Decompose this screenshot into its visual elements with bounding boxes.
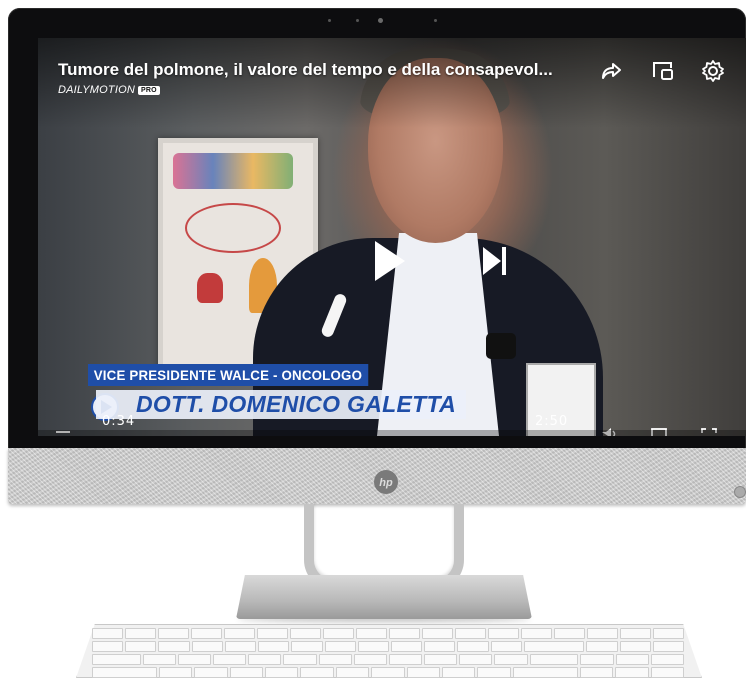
monitor-bezel: Tumore del polmone, il valore del tempo … (8, 8, 746, 456)
monitor-stand-base (236, 575, 532, 619)
brand-name: DAILYMOTION (58, 84, 135, 96)
share-icon[interactable] (598, 58, 624, 84)
keyboard-keys (92, 628, 684, 678)
computer-monitor: Tumore del polmone, il valore del tempo … (8, 8, 746, 504)
webcam (328, 18, 438, 24)
power-button[interactable] (734, 486, 746, 498)
dailymotion-logo[interactable]: DAILYMOTION PRO (58, 84, 160, 96)
skip-next-icon[interactable] (483, 247, 501, 275)
hp-logo: hp (374, 470, 398, 494)
progress-bar[interactable] (38, 430, 746, 436)
speaker-name: DOTT. DOMENICO GALETTA (96, 390, 467, 419)
total-duration: 2:50 (535, 414, 569, 429)
svg-text:hp: hp (379, 477, 393, 489)
video-title[interactable]: Tumore del polmone, il valore del tempo … (58, 60, 578, 80)
current-time: 0:34 (102, 414, 136, 429)
gear-icon[interactable] (700, 58, 726, 84)
speaker-role: VICE PRESIDENTE WALCE - ONCOLOGO (88, 364, 368, 386)
lapel-microphone (486, 333, 516, 359)
play-icon[interactable] (375, 241, 405, 281)
video-player[interactable]: Tumore del polmone, il valore del tempo … (38, 38, 746, 436)
playback-controls (375, 241, 506, 281)
brand-badge: PRO (137, 85, 160, 95)
cast-icon[interactable] (650, 58, 676, 84)
